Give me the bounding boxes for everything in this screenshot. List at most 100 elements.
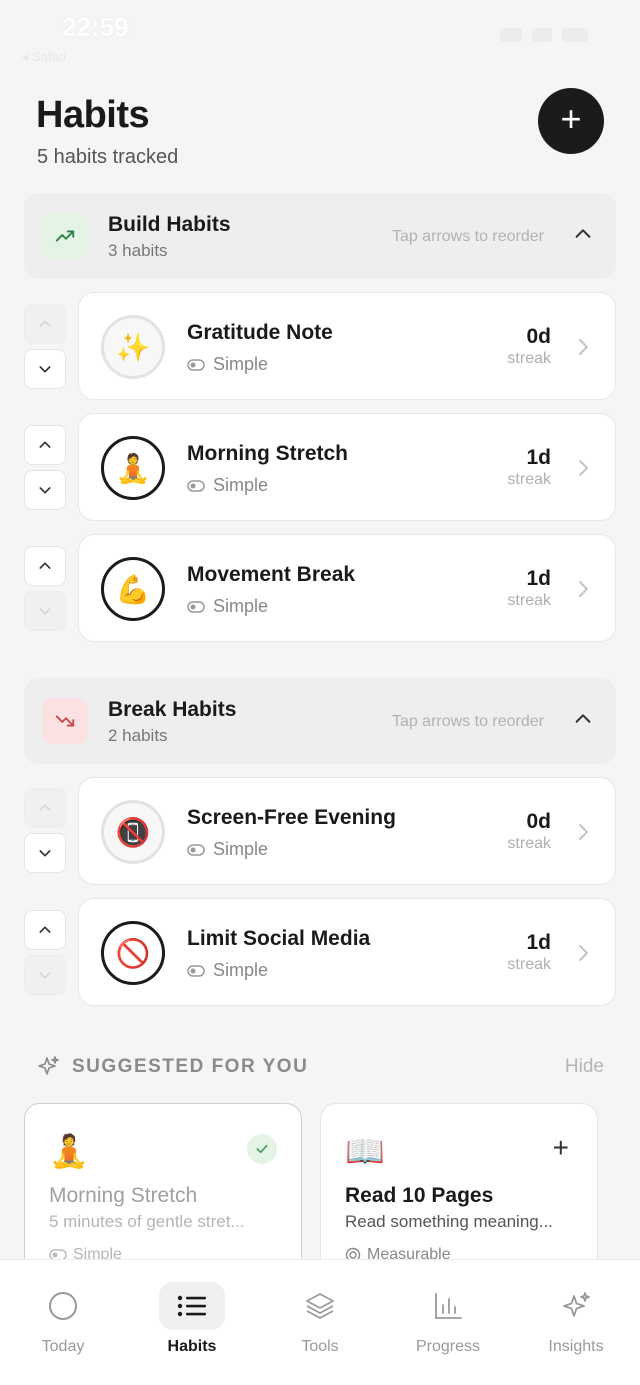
habit-streak: 1d streak: [507, 567, 551, 610]
move-up-button[interactable]: [24, 788, 66, 828]
section-build-habits[interactable]: Build Habits 3 habits Tap arrows to reor…: [24, 193, 616, 279]
reorder-hint: Tap arrows to reorder: [391, 713, 544, 730]
move-down-button[interactable]: [24, 955, 66, 995]
habit-card[interactable]: 🧘 Morning Stretch Simple 1d streak: [78, 413, 616, 521]
streak-value: 1d: [526, 931, 551, 954]
habit-type-label: Simple: [213, 839, 269, 859]
page-title: Habits: [36, 94, 150, 136]
battery-icon: [562, 28, 588, 42]
chevron-right-icon: [579, 460, 588, 476]
chevron-up-icon[interactable]: [572, 708, 594, 730]
habit-type-label: Simple: [213, 960, 269, 980]
suggestions-title: SUGGESTED FOR YOU: [72, 1056, 309, 1077]
chevron-right-icon: [579, 945, 588, 961]
move-up-button[interactable]: [24, 425, 66, 465]
sparkle-icon: [38, 1056, 59, 1075]
status-bar: 22:59 ◂ Safari: [0, 0, 640, 70]
section-break-habits[interactable]: Break Habits 2 habits Tap arrows to reor…: [24, 678, 616, 764]
habit-streak: 0d streak: [507, 810, 551, 853]
habit-name: Morning Stretch: [187, 442, 348, 465]
habit-card[interactable]: 💪 Movement Break Simple 1d streak: [78, 534, 616, 642]
status-icons: [500, 28, 588, 42]
habit-name: Gratitude Note: [187, 321, 333, 344]
suggestion-card[interactable]: 🧘 Morning Stretch 5 minutes of gentle st…: [24, 1103, 302, 1283]
chevron-down-icon: [39, 366, 51, 373]
back-to-app-link[interactable]: ◂ Safari: [22, 49, 66, 65]
signal-icon: [500, 28, 522, 42]
habit-emoji: 🚫: [101, 921, 165, 985]
bar-chart-icon: [415, 1282, 481, 1330]
suggestion-card[interactable]: 📖 + Read 10 Pages Read something meaning…: [320, 1103, 598, 1283]
tab-habits[interactable]: Habits: [137, 1282, 247, 1372]
suggestion-emoji: 📖: [345, 1133, 385, 1169]
add-suggestion-button[interactable]: +: [553, 1134, 569, 1162]
streak-value: 1d: [526, 567, 551, 590]
move-down-button[interactable]: [24, 833, 66, 873]
chevron-right-icon: [579, 824, 588, 840]
toggle-icon: [187, 843, 205, 856]
move-down-button[interactable]: [24, 591, 66, 631]
wifi-icon: [532, 28, 552, 42]
tab-tools[interactable]: Tools: [265, 1282, 375, 1372]
habit-emoji: 📵: [101, 800, 165, 864]
chevron-up-icon: [39, 804, 51, 811]
chevron-right-icon: [579, 339, 588, 355]
toggle-icon: [187, 600, 205, 613]
habit-card[interactable]: ✨ Gratitude Note Simple 0d streak: [78, 292, 616, 400]
toggle-icon: [187, 358, 205, 371]
tab-label: Today: [41, 1338, 85, 1355]
habit-emoji: 🧘: [101, 436, 165, 500]
status-time: 22:59: [62, 12, 129, 42]
streak-label: streak: [507, 471, 551, 488]
habit-card[interactable]: 🚫 Limit Social Media Simple 1d streak: [78, 898, 616, 1006]
add-habit-button[interactable]: +: [538, 88, 604, 154]
move-down-button[interactable]: [24, 470, 66, 510]
move-up-button[interactable]: [24, 304, 66, 344]
section-title: Build Habits: [108, 213, 231, 236]
habit-streak: 1d streak: [507, 446, 551, 489]
habit-streak: 1d streak: [507, 931, 551, 974]
move-up-button[interactable]: [24, 910, 66, 950]
tab-insights[interactable]: Insights: [521, 1282, 631, 1372]
suggestions-header: SUGGESTED FOR YOU Hide: [36, 1052, 606, 1082]
habit-type-label: Simple: [213, 596, 269, 616]
streak-value: 0d: [526, 810, 551, 833]
section-count: 2 habits: [108, 726, 168, 745]
streak-label: streak: [507, 592, 551, 609]
tab-label: Habits: [167, 1338, 217, 1355]
move-up-button[interactable]: [24, 546, 66, 586]
chevron-down-icon: [39, 487, 51, 494]
layers-icon: [287, 1282, 353, 1330]
chevron-down-icon: [39, 608, 51, 615]
chevron-up-icon: [39, 926, 51, 933]
chevron-up-icon: [39, 441, 51, 448]
trending-down-icon: [42, 698, 88, 744]
chevron-up-icon[interactable]: [572, 223, 594, 245]
habit-name: Limit Social Media: [187, 927, 371, 950]
habit-name: Screen-Free Evening: [187, 806, 396, 829]
chevron-up-icon: [39, 562, 51, 569]
sparkles-icon: [543, 1282, 609, 1330]
habit-streak: 0d streak: [507, 325, 551, 368]
tab-progress[interactable]: Progress: [393, 1282, 503, 1372]
habit-card[interactable]: 📵 Screen-Free Evening Simple 0d streak: [78, 777, 616, 885]
tab-today[interactable]: Today: [8, 1282, 118, 1372]
habit-type: Simple: [187, 596, 268, 617]
chevron-right-icon: [579, 581, 588, 597]
toggle-icon: [187, 479, 205, 492]
tab-label: Tools: [301, 1338, 339, 1355]
habit-type: Simple: [187, 960, 268, 981]
tab-label: Progress: [415, 1338, 481, 1355]
habit-emoji: ✨: [101, 315, 165, 379]
habit-type: Simple: [187, 839, 268, 860]
streak-label: streak: [507, 956, 551, 973]
habit-type: Simple: [187, 475, 268, 496]
bottom-tab-bar: Today Habits Tools Progress Insights: [0, 1259, 640, 1385]
hide-suggestions-button[interactable]: Hide: [565, 1056, 604, 1078]
trending-up-icon: [42, 213, 88, 259]
chevron-down-icon: [39, 850, 51, 857]
streak-value: 1d: [526, 446, 551, 469]
reorder-hint: Tap arrows to reorder: [391, 228, 544, 245]
streak-label: streak: [507, 835, 551, 852]
move-down-button[interactable]: [24, 349, 66, 389]
